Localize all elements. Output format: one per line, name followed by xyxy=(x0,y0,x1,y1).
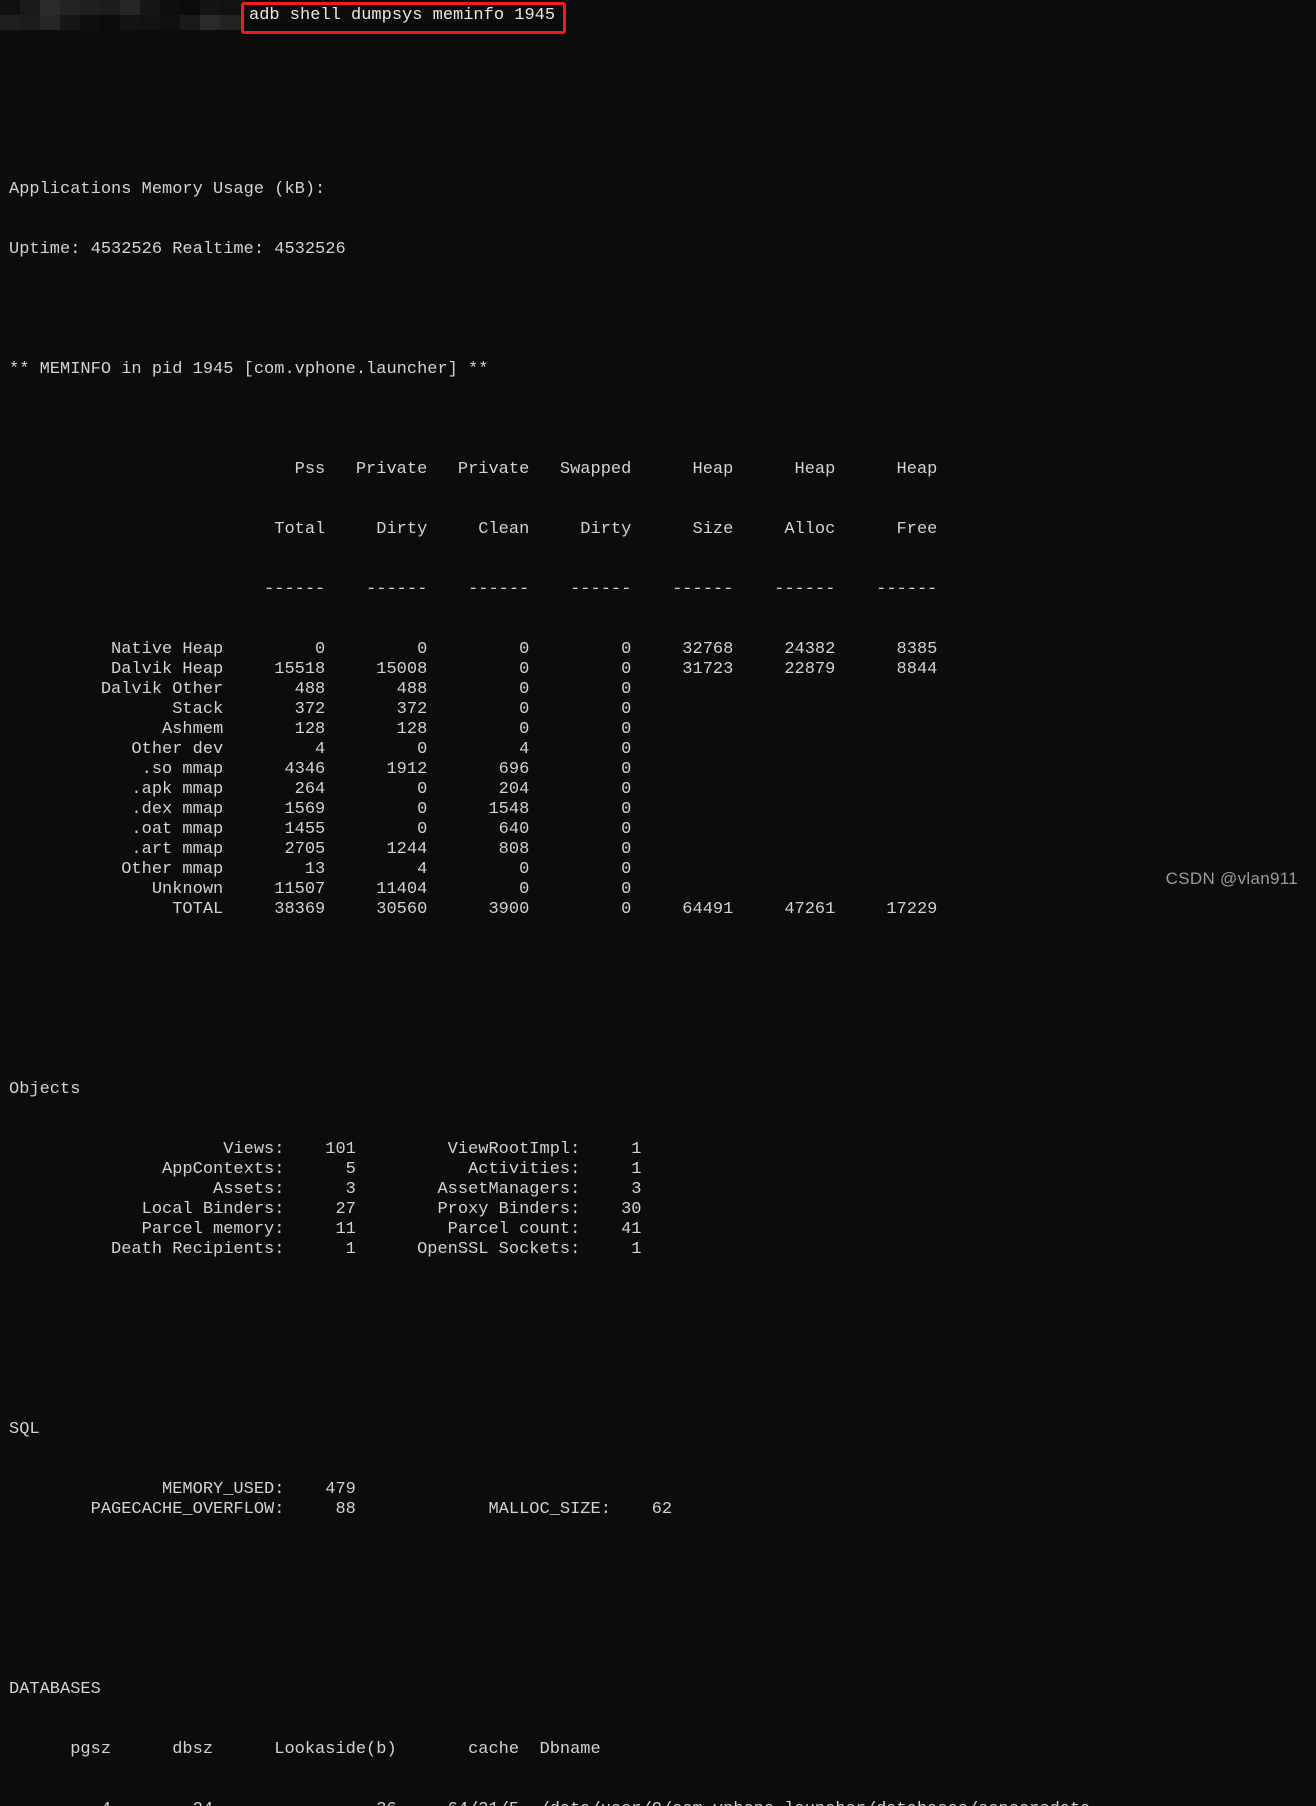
mosaic-cell xyxy=(140,15,160,30)
meminfo-row: Stack 372 372 0 0 xyxy=(9,700,938,719)
databases-row: 4 24 36 64/31/5 /data/user/0/com.vphone.… xyxy=(0,1800,1316,1806)
objects-section-title: Objects xyxy=(9,1080,81,1099)
mosaic-cell xyxy=(180,0,200,15)
objects-row: Local Binders: 27 Proxy Binders: 30 xyxy=(9,1200,642,1219)
meminfo-header-separator: ------ ------ ------ ------ ------ -----… xyxy=(9,580,938,599)
mosaic-cell xyxy=(120,15,140,30)
spacer-3 xyxy=(0,1320,1316,1340)
mosaic-cell xyxy=(60,15,80,30)
meminfo-row: Dalvik Other 488 488 0 0 xyxy=(9,680,938,699)
spacer-1 xyxy=(0,300,1316,320)
meminfo-row: TOTAL 38369 30560 3900 0 64491 47261 172… xyxy=(9,900,938,919)
mosaic-cell xyxy=(80,15,100,30)
meminfo-row: .art mmap 2705 1244 808 0 xyxy=(9,840,938,859)
objects-row: AppContexts: 5 Activities: 1 xyxy=(9,1160,642,1179)
databases-table-body: 4 24 36 64/31/5 /data/user/0/com.vphone.… xyxy=(0,1800,1316,1806)
meminfo-row: .apk mmap 264 0 204 0 xyxy=(9,780,938,799)
meminfo-header-row-2: Total Dirty Clean Dirty Size Alloc Free xyxy=(9,520,938,539)
mosaic-cell xyxy=(100,0,120,15)
objects-row: Parcel memory: 11 Parcel count: 41 xyxy=(9,1220,642,1239)
meminfo-table-body: Native Heap 0 0 0 0 32768 24382 8385 Dal… xyxy=(0,640,1316,920)
censored-prompt-mosaic xyxy=(0,0,243,30)
spacer-4 xyxy=(0,1580,1316,1600)
mosaic-cell xyxy=(160,15,180,30)
mosaic-cell xyxy=(0,15,20,30)
mosaic-cell xyxy=(60,0,80,15)
databases-header-row: pgsz dbsz Lookaside(b) cache Dbname xyxy=(9,1740,601,1759)
typed-command-text: adb shell dumpsys meminfo 1945 xyxy=(249,6,556,25)
uptime-line: Uptime: 4532526 Realtime: 4532526 xyxy=(9,240,346,259)
mosaic-cell xyxy=(20,0,40,15)
mosaic-cell xyxy=(80,0,100,15)
meminfo-row: Dalvik Heap 15518 15008 0 0 31723 22879 … xyxy=(9,660,938,679)
meminfo-row: Unknown 11507 11404 0 0 xyxy=(9,880,938,899)
sql-table-body: MEMORY_USED: 479 PAGECACHE_OVERFLOW: 88 … xyxy=(0,1480,1316,1520)
csdn-watermark: CSDN @vlan911 xyxy=(1165,869,1298,888)
objects-table-body: Views: 101 ViewRootImpl: 1 AppContexts: … xyxy=(0,1140,1316,1260)
mosaic-cell xyxy=(140,0,160,15)
mosaic-cell xyxy=(120,0,140,15)
meminfo-row: Other dev 4 0 4 0 xyxy=(9,740,938,759)
mosaic-cell xyxy=(40,15,60,30)
mosaic-cell xyxy=(40,0,60,15)
sql-row: MEMORY_USED: 479 xyxy=(9,1480,356,1499)
meminfo-header-row-1: Pss Private Private Swapped Heap Heap He… xyxy=(9,460,938,479)
mosaic-cell xyxy=(160,0,180,15)
sql-row: PAGECACHE_OVERFLOW: 88 MALLOC_SIZE: 62 xyxy=(9,1500,673,1519)
meminfo-row: Native Heap 0 0 0 0 32768 24382 8385 xyxy=(9,640,938,659)
mosaic-cell xyxy=(220,0,240,15)
sql-section-title: SQL xyxy=(9,1420,40,1439)
spacer-2 xyxy=(0,980,1316,1000)
meminfo-row: Other mmap 13 4 0 0 xyxy=(9,860,938,879)
mosaic-cell xyxy=(220,15,240,30)
mosaic-cell xyxy=(240,0,243,15)
mosaic-cell xyxy=(200,15,220,30)
terminal-output-pane[interactable]: Applications Memory Usage (kB): Uptime: … xyxy=(0,0,1316,1806)
objects-row: Death Recipients: 1 OpenSSL Sockets: 1 xyxy=(9,1240,642,1259)
mosaic-cell xyxy=(200,0,220,15)
mosaic-cell xyxy=(100,15,120,30)
objects-row: Assets: 3 AssetManagers: 3 xyxy=(9,1180,642,1199)
meminfo-row: .oat mmap 1455 0 640 0 xyxy=(9,820,938,839)
meminfo-row: Ashmem 128 128 0 0 xyxy=(9,720,938,739)
objects-row: Views: 101 ViewRootImpl: 1 xyxy=(9,1140,642,1159)
meminfo-row: .so mmap 4346 1912 696 0 xyxy=(9,760,938,779)
mosaic-cell xyxy=(0,0,20,15)
mosaic-cell xyxy=(20,15,40,30)
mosaic-cell xyxy=(240,15,243,30)
meminfo-row: .dex mmap 1569 0 1548 0 xyxy=(9,800,938,819)
mosaic-cell xyxy=(180,15,200,30)
prompt-command-line xyxy=(0,80,1316,100)
meminfo-pid-line: ** MEMINFO in pid 1945 [com.vphone.launc… xyxy=(9,360,489,379)
databases-section-title: DATABASES xyxy=(9,1680,101,1699)
applications-memory-usage-title: Applications Memory Usage (kB): xyxy=(9,180,326,199)
